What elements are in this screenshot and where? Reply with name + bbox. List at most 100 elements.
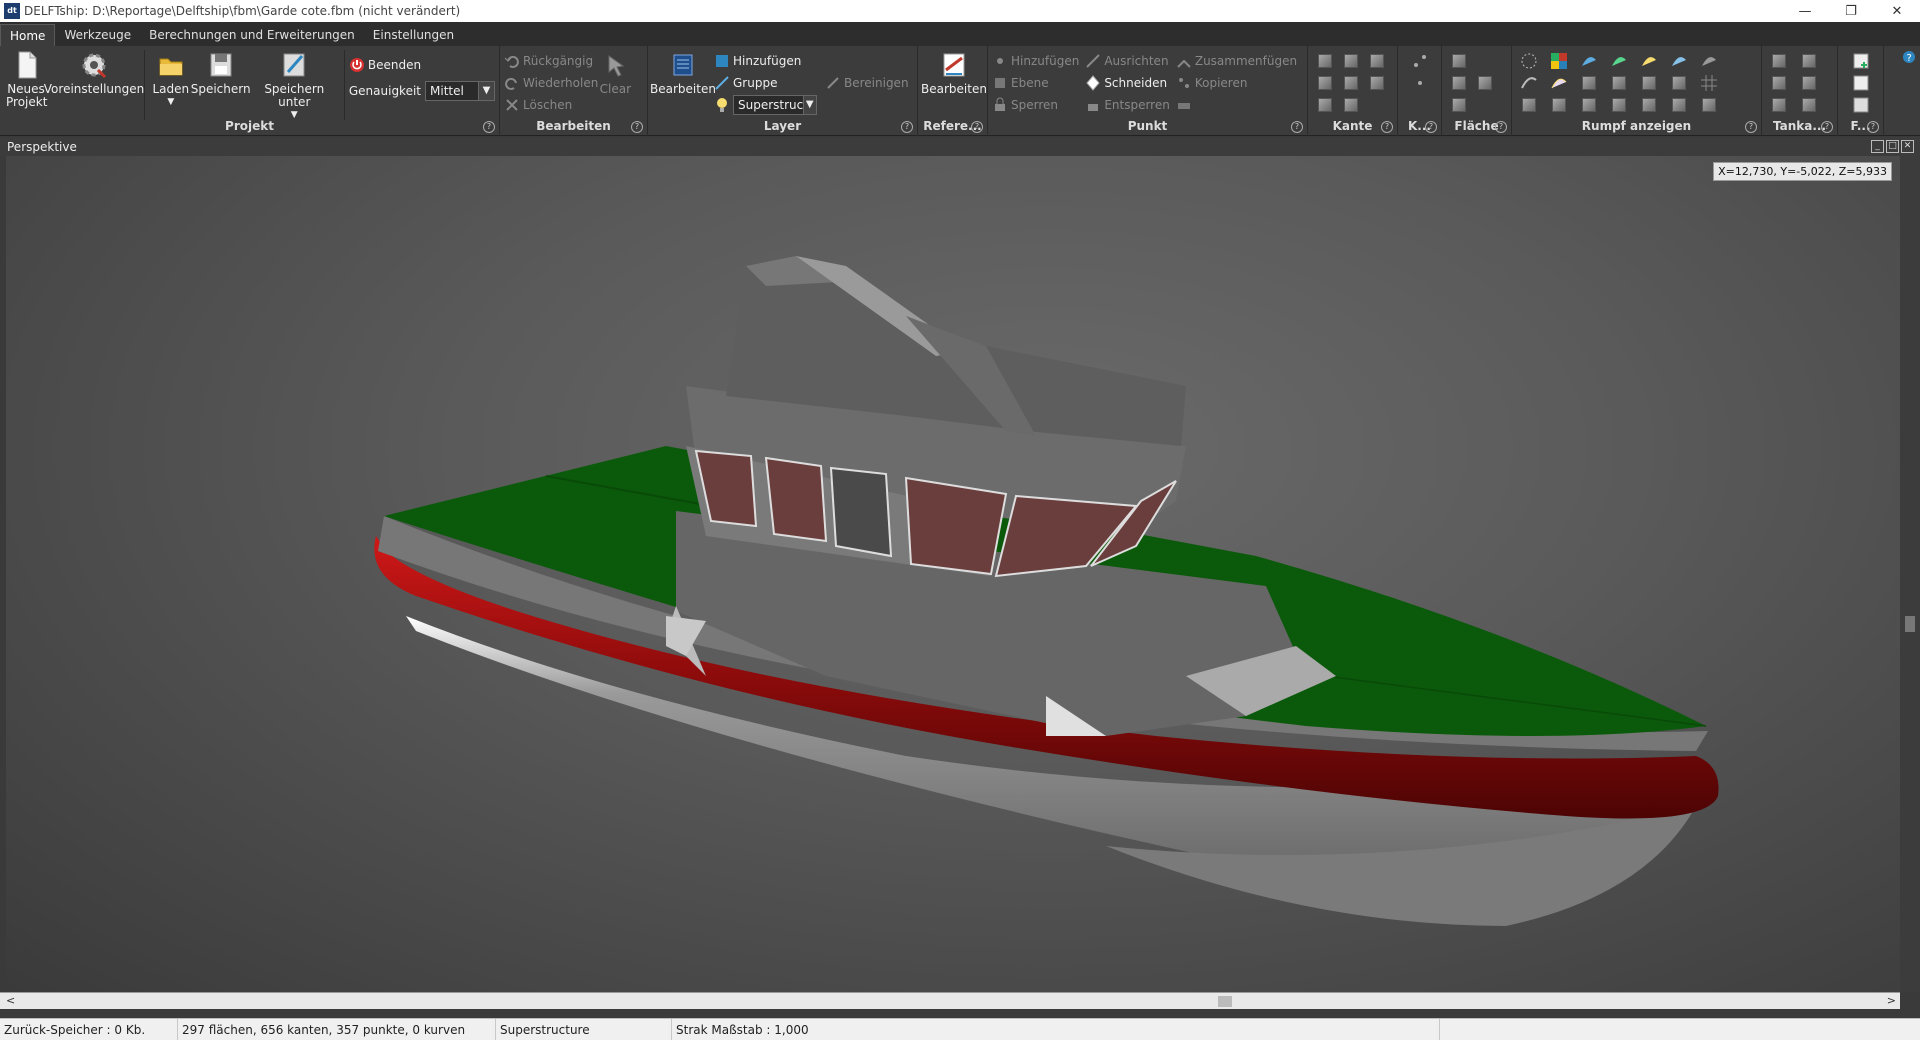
current-layer-select[interactable]: Superstructu ▼ bbox=[733, 95, 817, 115]
global-help-icon[interactable]: ? bbox=[1902, 50, 1916, 67]
punkt-hinzufuegen-button[interactable]: Hinzufügen bbox=[992, 50, 1079, 72]
horizontal-scrollbar-thumb[interactable] bbox=[1218, 996, 1232, 1007]
viewport-close-button[interactable]: ✕ bbox=[1901, 140, 1914, 153]
curve-tool-icon[interactable] bbox=[1407, 50, 1433, 72]
hull-view-icon[interactable] bbox=[1696, 94, 1722, 116]
viewport-minimize-button[interactable]: _ bbox=[1871, 140, 1884, 153]
scroll-left-icon[interactable]: < bbox=[6, 994, 15, 1007]
laden-button[interactable]: Laden ▼ bbox=[151, 50, 191, 109]
help-icon[interactable]: ? bbox=[971, 121, 983, 133]
hull-view-icon[interactable] bbox=[1606, 94, 1632, 116]
face-tool-icon[interactable] bbox=[1446, 50, 1472, 72]
edge-tool-icon[interactable] bbox=[1312, 94, 1338, 116]
clear-button[interactable]: Clear bbox=[600, 50, 631, 116]
punkt-extra-button[interactable] bbox=[1176, 94, 1297, 116]
viewport-maximize-button[interactable]: □ bbox=[1886, 140, 1899, 153]
ausrichten-button[interactable]: Ausrichten bbox=[1085, 50, 1170, 72]
tank-tool-icon[interactable] bbox=[1766, 94, 1792, 116]
edge-tool-icon[interactable] bbox=[1312, 72, 1338, 94]
hull-view-icon[interactable] bbox=[1546, 94, 1572, 116]
hull-view-icon[interactable] bbox=[1606, 72, 1632, 94]
close-button[interactable]: ✕ bbox=[1874, 0, 1920, 22]
stations-icon[interactable] bbox=[1576, 50, 1602, 72]
curve-tool-icon[interactable] bbox=[1407, 72, 1433, 94]
edge-tool-icon[interactable] bbox=[1364, 50, 1390, 72]
wiederholen-button[interactable]: Wiederholen bbox=[504, 72, 598, 94]
punkt-ebene-button[interactable]: Ebene bbox=[992, 72, 1079, 94]
face-tool-icon[interactable] bbox=[1472, 50, 1498, 72]
hull-view-icon[interactable] bbox=[1666, 72, 1692, 94]
edge-tool-icon[interactable] bbox=[1338, 72, 1364, 94]
voreinstellungen-button[interactable]: Voreinstellungen bbox=[44, 50, 144, 96]
hull-view-icon[interactable] bbox=[1636, 72, 1662, 94]
buttocks-icon[interactable] bbox=[1606, 50, 1632, 72]
layer-hinzufuegen-button[interactable]: Hinzufügen bbox=[714, 50, 817, 72]
scroll-right-icon[interactable]: > bbox=[1887, 994, 1896, 1007]
tab-werkzeuge[interactable]: Werkzeuge bbox=[55, 24, 140, 46]
vertical-scrollbar-thumb[interactable] bbox=[1905, 616, 1915, 632]
edge-tool-icon[interactable] bbox=[1364, 72, 1390, 94]
tab-einstellungen[interactable]: Einstellungen bbox=[364, 24, 463, 46]
help-icon[interactable]: ? bbox=[483, 121, 495, 133]
sheet-icon[interactable] bbox=[1848, 50, 1874, 72]
edge-tool-icon[interactable] bbox=[1312, 50, 1338, 72]
hull-view-icon[interactable] bbox=[1636, 94, 1662, 116]
face-tool-icon[interactable] bbox=[1446, 94, 1472, 116]
diagonals-icon[interactable] bbox=[1666, 50, 1692, 72]
layer-bearbeiten-button[interactable]: Bearbeiten bbox=[650, 50, 716, 116]
edge-tool-icon[interactable] bbox=[1338, 94, 1364, 116]
vertical-scrollbar[interactable] bbox=[1900, 156, 1920, 992]
help-icon[interactable]: ? bbox=[1745, 121, 1757, 133]
tank-tool-icon[interactable] bbox=[1766, 50, 1792, 72]
minimize-button[interactable]: — bbox=[1782, 0, 1828, 22]
loeschen-button[interactable]: Löschen bbox=[504, 94, 598, 116]
waterlines-icon[interactable] bbox=[1636, 50, 1662, 72]
face-tool-icon[interactable] bbox=[1446, 72, 1472, 94]
tank-tool-icon[interactable] bbox=[1766, 72, 1792, 94]
zusammenfuegen-button[interactable]: Zusammenfügen bbox=[1176, 50, 1297, 72]
color-display-icon[interactable] bbox=[1546, 50, 1572, 72]
entsperren-button[interactable]: Entsperren bbox=[1085, 94, 1170, 116]
help-icon[interactable]: ? bbox=[901, 121, 913, 133]
help-icon[interactable]: ? bbox=[1381, 121, 1393, 133]
curvature-icon[interactable] bbox=[1516, 72, 1542, 94]
restore-button[interactable]: ❐ bbox=[1828, 0, 1874, 22]
help-icon[interactable]: ? bbox=[1867, 121, 1879, 133]
face-tool-icon[interactable] bbox=[1472, 72, 1498, 94]
punkt-sperren-button[interactable]: Sperren bbox=[992, 94, 1079, 116]
speichern-button[interactable]: Speichern bbox=[191, 50, 251, 96]
genauigkeit-select[interactable]: Mittel ▼ bbox=[425, 81, 495, 101]
kopieren-button[interactable]: Kopieren bbox=[1176, 72, 1297, 94]
tab-berechnungen[interactable]: Berechnungen und Erweiterungen bbox=[140, 24, 364, 46]
horizontal-scrollbar[interactable]: < > bbox=[0, 992, 1900, 1009]
sheet-icon[interactable] bbox=[1848, 72, 1874, 94]
tab-home[interactable]: Home bbox=[0, 24, 56, 46]
beenden-button[interactable]: Beenden bbox=[349, 54, 495, 76]
tank-tool-icon[interactable] bbox=[1796, 94, 1822, 116]
help-icon[interactable]: ? bbox=[1495, 121, 1507, 133]
edge-tool-icon[interactable] bbox=[1338, 50, 1364, 72]
referenz-bearbeiten-button[interactable]: Bearbeiten bbox=[921, 50, 987, 96]
neues-projekt-button[interactable]: Neues Projekt bbox=[6, 50, 47, 109]
speichern-unter-button[interactable]: Speichern unter ▼ bbox=[251, 50, 338, 122]
grid-icon[interactable] bbox=[1696, 72, 1722, 94]
help-icon[interactable]: ? bbox=[1425, 121, 1437, 133]
layer-gruppe-button[interactable]: Gruppe bbox=[714, 72, 817, 94]
hull-view-icon[interactable] bbox=[1576, 72, 1602, 94]
laden-dropdown-icon[interactable]: ▼ bbox=[167, 96, 174, 109]
control-net-icon[interactable] bbox=[1516, 50, 1542, 72]
tank-tool-icon[interactable] bbox=[1796, 50, 1822, 72]
perspective-viewport[interactable]: X=12,730, Y=-5,022, Z=5,933 bbox=[6, 156, 1900, 992]
help-icon[interactable]: ? bbox=[1291, 121, 1303, 133]
tank-tool-icon[interactable] bbox=[1796, 72, 1822, 94]
hull-view-icon[interactable] bbox=[1576, 94, 1602, 116]
sheet-icon[interactable] bbox=[1848, 94, 1874, 116]
help-icon[interactable]: ? bbox=[1821, 121, 1833, 133]
zebra-icon[interactable] bbox=[1546, 72, 1572, 94]
schneiden-button[interactable]: Schneiden bbox=[1085, 72, 1170, 94]
hull-view-icon[interactable] bbox=[1516, 94, 1542, 116]
hull-view-icon[interactable] bbox=[1666, 94, 1692, 116]
rueckgaengig-button[interactable]: Rückgängig bbox=[504, 50, 598, 72]
shade-icon[interactable] bbox=[1696, 50, 1722, 72]
bereinigen-button[interactable]: Bereinigen bbox=[825, 72, 909, 94]
